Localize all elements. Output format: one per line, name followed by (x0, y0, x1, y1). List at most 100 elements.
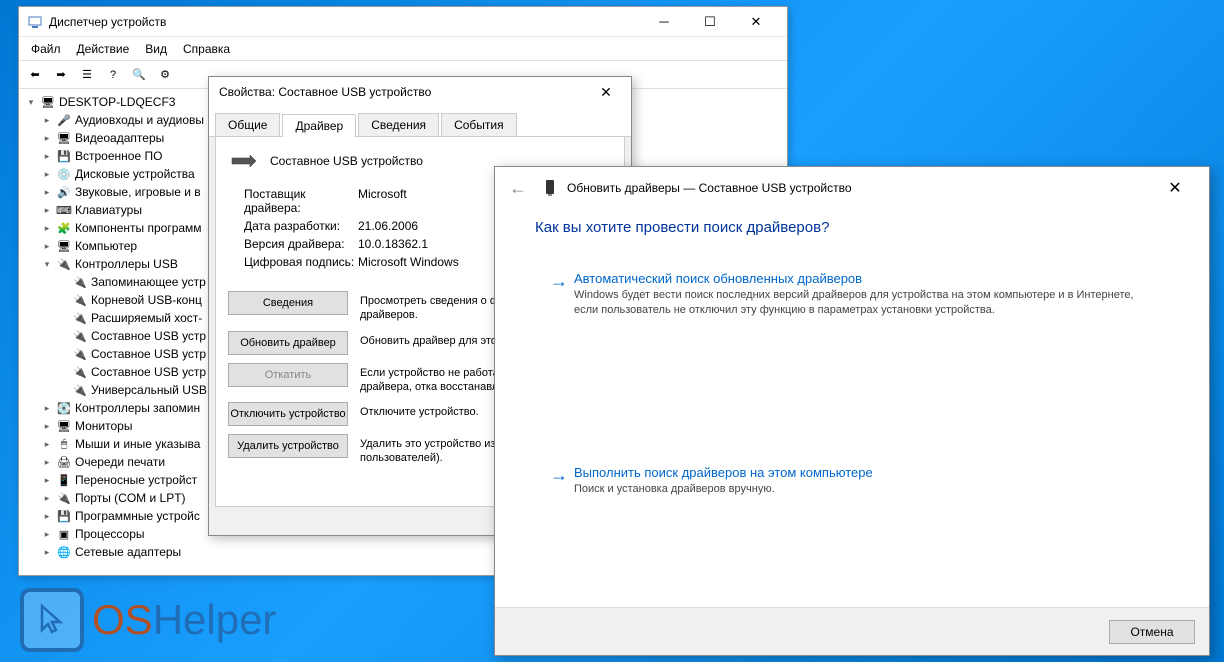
cursor-icon (20, 588, 84, 652)
tree-node-label: Компьютер (75, 239, 137, 253)
category-icon: 💾 (56, 508, 72, 524)
props-row-value: Microsoft (358, 187, 407, 215)
tree-node-label: Сетевые адаптеры (75, 545, 181, 559)
wizard-back-button[interactable]: ← (509, 178, 527, 199)
expand-toggle-icon[interactable]: ▸ (41, 421, 53, 432)
tree-node-label: Аудиовходы и аудиовы (75, 113, 204, 127)
wizard-option-auto[interactable]: → Автоматический поиск обновленных драйв… (535, 260, 1169, 330)
watermark-logo: OSHelper (20, 588, 276, 652)
props-title: Свойства: Составное USB устройство (219, 85, 591, 99)
expand-toggle-icon[interactable]: ▸ (41, 241, 53, 252)
tab-events[interactable]: События (441, 113, 517, 136)
expand-toggle-icon[interactable]: ▸ (41, 529, 53, 540)
tree-child-label: Составное USB устр (91, 329, 206, 343)
usb-icon: 🔌 (72, 382, 88, 398)
devmgr-title: Диспетчер устройств (49, 15, 641, 29)
expand-toggle-icon[interactable]: ▸ (41, 511, 53, 522)
expand-toggle-icon[interactable]: ▸ (41, 493, 53, 504)
wm-helper: Helper (153, 596, 277, 643)
category-icon: 💽 (56, 400, 72, 416)
category-icon: 🖥 (56, 130, 72, 146)
props-titlebar: Свойства: Составное USB устройство ✕ (209, 77, 631, 107)
expand-toggle-icon[interactable]: ▸ (41, 439, 53, 450)
category-icon: 🖥 (56, 418, 72, 434)
maximize-button[interactable]: ☐ (687, 7, 733, 37)
props-close-button[interactable]: ✕ (591, 84, 621, 101)
expand-toggle-icon[interactable]: ▸ (41, 223, 53, 234)
tree-node-label: Контроллеры запомин (75, 401, 200, 415)
tab-driver[interactable]: Драйвер (282, 114, 356, 137)
expand-toggle-icon[interactable]: ▸ (41, 403, 53, 414)
expand-toggle-icon[interactable]: ▸ (41, 169, 53, 180)
devmgr-titlebar: Диспетчер устройств ─ ☐ ✕ (19, 7, 787, 37)
props-action-button[interactable]: Отключить устройство (228, 402, 348, 426)
tb-back-icon[interactable]: ⬅ (23, 63, 47, 87)
expand-toggle-icon[interactable]: ▸ (41, 205, 53, 216)
menu-file[interactable]: Файл (23, 40, 69, 58)
expand-toggle-icon[interactable]: ▸ (41, 133, 53, 144)
tree-child-label: Расширяемый хост- (91, 311, 202, 325)
category-icon: 🔌 (56, 490, 72, 506)
expand-toggle-icon[interactable]: ▸ (41, 115, 53, 126)
wizard-title: Обновить драйверы — Составное USB устрой… (567, 181, 1155, 195)
wizard-option-manual[interactable]: → Выполнить поиск драйверов на этом комп… (535, 454, 1169, 508)
props-action-button[interactable]: Сведения (228, 291, 348, 315)
wizard-cancel-button[interactable]: Отмена (1109, 620, 1195, 644)
wopt-title-1: Выполнить поиск драйверов на этом компью… (574, 465, 873, 480)
minimize-button[interactable]: ─ (641, 7, 687, 37)
props-row-label: Версия драйвера: (228, 237, 358, 251)
tree-child-label: Универсальный USB (91, 383, 207, 397)
category-icon: 🖱 (56, 436, 72, 452)
expand-toggle-icon[interactable]: ▸ (41, 547, 53, 558)
tab-general[interactable]: Общие (215, 113, 280, 136)
category-icon: 💾 (56, 148, 72, 164)
usb-icon: 🔌 (72, 346, 88, 362)
category-icon: 🧩 (56, 220, 72, 236)
menu-action[interactable]: Действие (69, 40, 138, 58)
wizard-close-button[interactable]: ✕ (1155, 178, 1195, 198)
tree-node-label: Видеоадаптеры (75, 131, 164, 145)
category-icon: 🔌 (56, 256, 72, 272)
expand-toggle-icon[interactable]: ▸ (41, 457, 53, 468)
devmgr-menubar: Файл Действие Вид Справка (19, 37, 787, 61)
props-action-button[interactable]: Удалить устройство (228, 434, 348, 458)
usb-icon: 🔌 (72, 328, 88, 344)
props-button-desc: Обновить драйвер для этог (360, 331, 501, 348)
category-icon: 🎤 (56, 112, 72, 128)
menu-view[interactable]: Вид (137, 40, 175, 58)
tree-node-label: Контроллеры USB (75, 257, 178, 271)
tb-list-icon[interactable]: ☰ (75, 63, 99, 87)
wm-os: OS (92, 596, 153, 643)
wizard-titlebar: ← Обновить драйверы — Составное USB устр… (495, 167, 1209, 209)
tb-fwd-icon[interactable]: ➡ (49, 63, 73, 87)
expand-toggle-icon[interactable]: ▸ (41, 187, 53, 198)
tree-child-label: Составное USB устр (91, 347, 206, 361)
category-icon: 🔊 (56, 184, 72, 200)
arrow-right-icon: → (550, 271, 574, 319)
usb-icon: 🔌 (72, 364, 88, 380)
close-button[interactable]: ✕ (733, 7, 779, 37)
tab-details[interactable]: Сведения (358, 113, 439, 136)
wizard-device-icon (541, 179, 559, 197)
tb-props-icon[interactable]: ⚙ (153, 63, 177, 87)
tree-child-label: Запоминающее устр (91, 275, 206, 289)
props-tabs: Общие Драйвер Сведения События (209, 107, 631, 137)
props-row-value: 21.06.2006 (358, 219, 418, 233)
props-row-value: Microsoft Windows (358, 255, 459, 269)
tb-help-icon[interactable]: ? (101, 63, 125, 87)
menu-help[interactable]: Справка (175, 40, 238, 58)
wopt-desc-0: Windows будет вести поиск последних верс… (574, 288, 1154, 319)
props-button-desc: Отключите устройство. (360, 402, 479, 419)
update-driver-wizard: ← Обновить драйверы — Составное USB устр… (494, 166, 1210, 656)
props-device-name: Составное USB устройство (270, 154, 423, 168)
expand-toggle-icon[interactable]: ▾ (41, 259, 53, 270)
props-row-value: 10.0.18362.1 (358, 237, 428, 251)
wopt-title-0: Автоматический поиск обновленных драйвер… (574, 271, 1154, 286)
expand-toggle-icon[interactable]: ▸ (41, 151, 53, 162)
props-action-button[interactable]: Обновить драйвер (228, 331, 348, 355)
props-row-label: Дата разработки: (228, 219, 358, 233)
props-action-button: Откатить (228, 363, 348, 387)
category-icon: ⌨ (56, 202, 72, 218)
expand-toggle-icon[interactable]: ▸ (41, 475, 53, 486)
tb-scan-icon[interactable]: 🔍 (127, 63, 151, 87)
